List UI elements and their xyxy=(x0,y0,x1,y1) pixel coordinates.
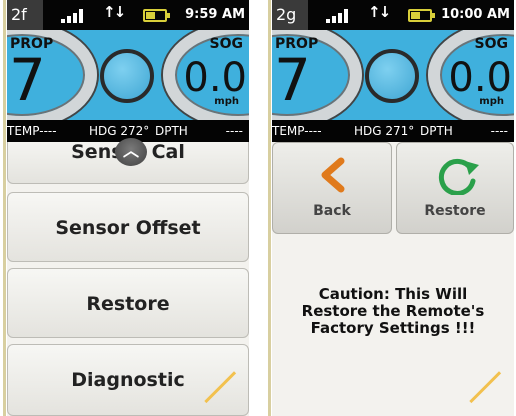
temp-readout: TEMP---- xyxy=(7,124,57,138)
sog-value: 0.0 xyxy=(448,55,512,101)
sog-unit: mph xyxy=(214,96,239,107)
screen-2f: 2f ↑↓ 9:59 AM PROP 7 SOG 0.0 mph Sensor … xyxy=(7,0,249,416)
restore-button[interactable]: Restore xyxy=(7,268,249,338)
battery-icon xyxy=(143,9,170,22)
depth-readout: ---- xyxy=(225,124,243,138)
sensor-offset-button[interactable]: Sensor Offset xyxy=(7,192,249,262)
depth-readout: ---- xyxy=(490,124,508,138)
clock: 9:59 AM xyxy=(185,7,245,22)
up-down-arrows-icon: ↑↓ xyxy=(368,3,391,21)
sog-value: 0.0 xyxy=(183,55,247,101)
center-indicator xyxy=(100,49,154,103)
temp-readout: TEMP---- xyxy=(272,124,322,138)
prop-value: 7 xyxy=(9,46,46,114)
signal-bars-icon xyxy=(61,9,87,23)
clock: 10:00 AM xyxy=(441,7,510,22)
signal-bars-icon xyxy=(326,9,352,23)
center-indicator xyxy=(365,49,419,103)
back-label: Back xyxy=(313,203,351,219)
screen-2g: 2g ↑↓ 10:00 AM PROP 7 SOG 0.0 mph TEMP--… xyxy=(272,0,514,416)
caution-panel: Caution: This Will Restore the Remote's … xyxy=(272,236,514,416)
restore-action-button[interactable]: Restore xyxy=(396,142,514,234)
heading-readout: HDG 271° xyxy=(354,124,415,138)
sog-unit: mph xyxy=(479,96,504,107)
status-bar: 2g ↑↓ 10:00 AM xyxy=(272,0,514,30)
frame-edge-left xyxy=(3,0,6,416)
depth-label: DPTH xyxy=(155,124,188,138)
heading-readout: HDG 272° xyxy=(89,124,150,138)
battery-icon xyxy=(408,9,435,22)
info-bar: TEMP---- HDG 271° DPTH ---- xyxy=(272,120,514,142)
sog-label: SOG xyxy=(474,36,508,52)
gauge-panel: PROP 7 SOG 0.0 mph xyxy=(272,30,514,120)
sog-label: SOG xyxy=(209,36,243,52)
prop-value: 7 xyxy=(274,46,311,114)
gauge-panel: PROP 7 SOG 0.0 mph xyxy=(7,30,249,120)
frame-edge-right xyxy=(268,0,271,416)
chevron-left-icon xyxy=(273,155,391,195)
refresh-icon xyxy=(397,155,513,196)
caution-message: Caution: This Will Restore the Remote's … xyxy=(301,285,485,337)
diagnostic-button[interactable]: Diagnostic xyxy=(7,344,249,416)
up-down-arrows-icon: ↑↓ xyxy=(103,3,126,21)
depth-label: DPTH xyxy=(420,124,453,138)
screen-tag: 2g xyxy=(272,0,308,30)
screen-tag: 2f xyxy=(7,0,43,30)
status-bar: 2f ↑↓ 9:59 AM xyxy=(7,0,249,30)
back-button[interactable]: Back xyxy=(272,142,392,234)
restore-label: Restore xyxy=(424,203,486,219)
chevron-up-icon[interactable]: ︿ xyxy=(115,138,147,166)
